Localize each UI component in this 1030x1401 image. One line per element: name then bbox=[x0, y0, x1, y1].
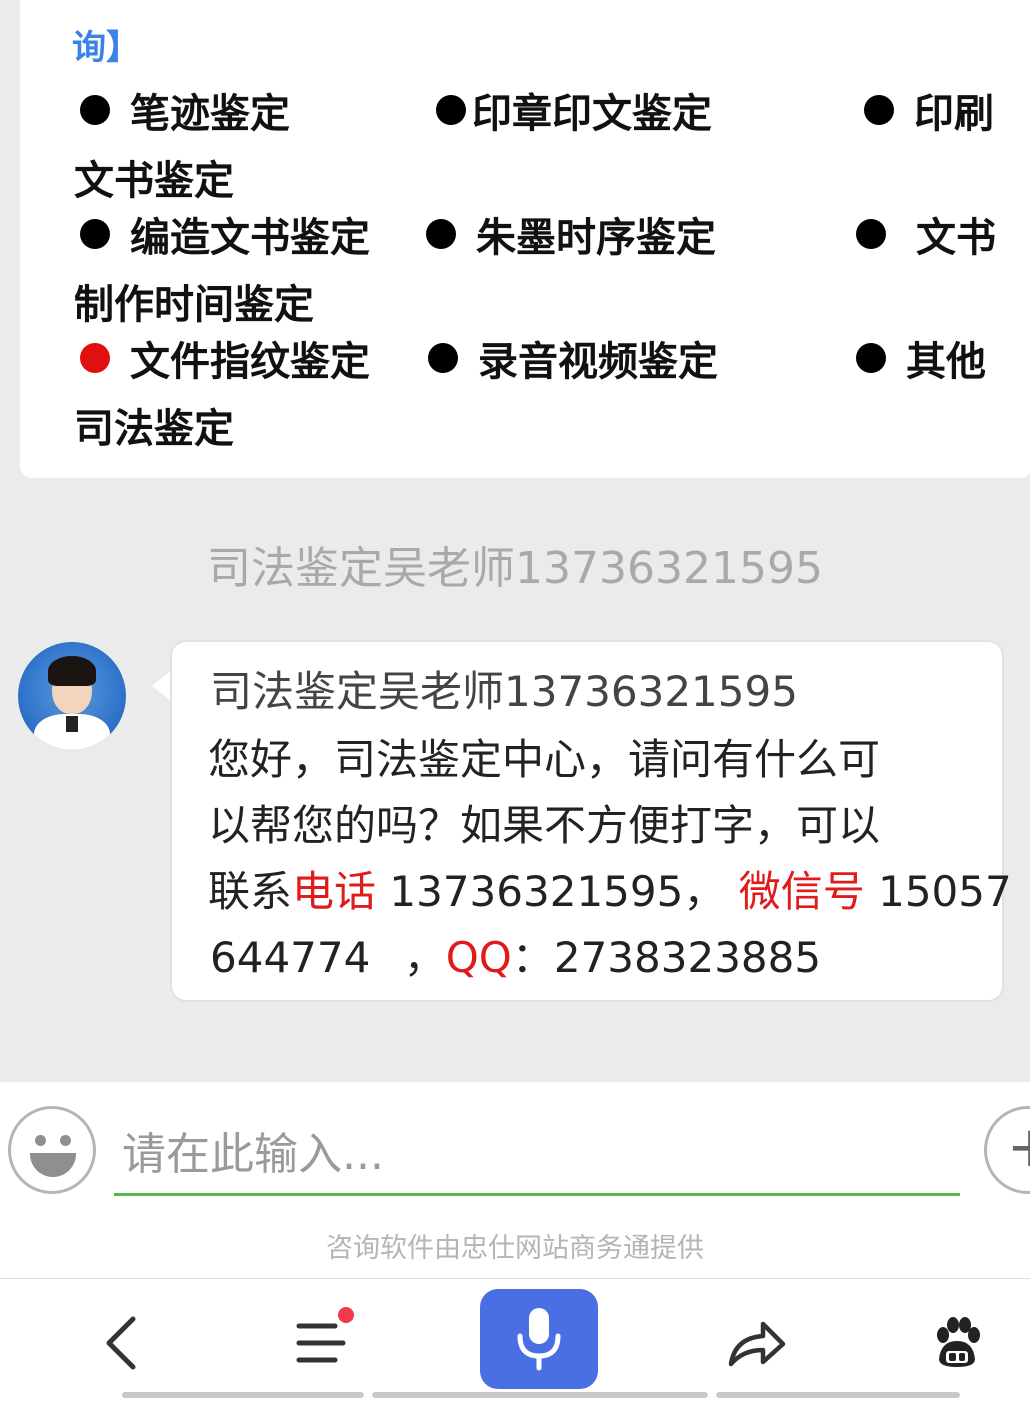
service-row: 编造文书鉴定 朱墨时序鉴定 文书 bbox=[0, 204, 1030, 264]
back-icon[interactable] bbox=[66, 1293, 176, 1393]
service-label: 文件指纹鉴定 bbox=[130, 339, 370, 385]
card-heading: 询】 bbox=[72, 28, 140, 68]
bubble-tail bbox=[152, 670, 172, 702]
message-bubble: 司法鉴定吴老师13736321595 您好，司法鉴定中心，请问有什么可 以帮您的… bbox=[170, 640, 1012, 1002]
bullet-icon bbox=[80, 95, 110, 125]
service-item[interactable]: 录音视频鉴定 bbox=[428, 328, 718, 388]
wechat-label: 微信号 bbox=[738, 867, 865, 916]
page-indicator-segment bbox=[716, 1392, 960, 1398]
message-text-line: 联系电话 13736321595， 微信号 15057 bbox=[208, 858, 1012, 919]
service-item[interactable]: 文书 bbox=[856, 204, 996, 264]
message-input[interactable] bbox=[114, 1116, 960, 1196]
service-label: 朱墨时序鉴定 bbox=[476, 215, 716, 261]
service-row: 笔迹鉴定 印章印文鉴定 印刷 bbox=[0, 80, 1030, 140]
powered-by-text: 咨询软件由忠仕网站商务通提供 bbox=[326, 1233, 704, 1264]
bullet-icon bbox=[80, 343, 110, 373]
input-bar: + 咨询软件由忠仕网站商务通提供 bbox=[0, 1082, 1030, 1278]
emoji-icon[interactable] bbox=[8, 1106, 96, 1194]
service-row: 文件指纹鉴定 录音视频鉴定 其他 bbox=[0, 328, 1030, 388]
service-label: 编造文书鉴定 bbox=[130, 215, 370, 261]
menu-icon[interactable] bbox=[266, 1293, 376, 1393]
message-text-line: 您好，司法鉴定中心，请问有什么可 bbox=[208, 735, 881, 784]
service-item[interactable]: 编造文书鉴定 bbox=[80, 204, 370, 264]
share-icon[interactable] bbox=[702, 1293, 812, 1393]
bullet-icon bbox=[80, 219, 110, 249]
service-item[interactable]: 文件指纹鉴定 bbox=[80, 328, 370, 388]
message-text-line: 644774 ，QQ：2738323885 bbox=[210, 924, 821, 985]
service-label: 印刷 bbox=[914, 91, 994, 137]
bullet-icon bbox=[436, 95, 466, 125]
service-label: 文书 bbox=[916, 215, 996, 261]
baidu-paw-icon[interactable] bbox=[902, 1293, 1012, 1393]
service-item[interactable]: 其他 bbox=[856, 328, 986, 388]
phone-number[interactable]: 13736321595 bbox=[389, 867, 683, 916]
notification-dot bbox=[338, 1307, 354, 1323]
agent-avatar[interactable] bbox=[18, 642, 126, 750]
agent-name-banner: 司法鉴定吴老师13736321595 bbox=[207, 543, 823, 594]
page-indicator-segment bbox=[372, 1392, 708, 1398]
wechat-id-part[interactable]: 644774 bbox=[210, 933, 370, 982]
separator: ， bbox=[683, 867, 726, 916]
service-item[interactable]: 印章印文鉴定 bbox=[436, 80, 712, 140]
message-text-line: 以帮您的吗？如果不方便打字，可以 bbox=[208, 801, 881, 850]
message-sender: 司法鉴定吴老师13736321595 bbox=[210, 667, 798, 716]
bullet-icon bbox=[856, 219, 886, 249]
qq-label: QQ bbox=[445, 933, 512, 982]
microphone-icon[interactable] bbox=[480, 1289, 598, 1389]
bullet-icon bbox=[856, 343, 886, 373]
separator: ， bbox=[403, 933, 446, 982]
service-label-wrap: 制作时间鉴定 bbox=[74, 282, 314, 328]
service-item[interactable]: 朱墨时序鉴定 bbox=[426, 204, 716, 264]
qq-number[interactable]: 2738323885 bbox=[554, 933, 821, 982]
service-label: 其他 bbox=[906, 339, 986, 385]
service-label: 笔迹鉴定 bbox=[130, 91, 290, 137]
service-label-wrap: 司法鉴定 bbox=[74, 406, 234, 452]
qq-colon: ： bbox=[511, 933, 554, 982]
wechat-id-part[interactable]: 15057 bbox=[878, 867, 1012, 916]
browser-toolbar bbox=[0, 1278, 1030, 1401]
bullet-icon bbox=[428, 343, 458, 373]
bullet-icon bbox=[426, 219, 456, 249]
bullet-icon bbox=[864, 95, 894, 125]
service-item[interactable]: 笔迹鉴定 bbox=[80, 80, 290, 140]
service-label-wrap: 文书鉴定 bbox=[74, 158, 234, 204]
service-label: 印章印文鉴定 bbox=[472, 91, 712, 137]
plus-icon[interactable]: + bbox=[984, 1106, 1030, 1194]
service-item[interactable]: 印刷 bbox=[864, 80, 994, 140]
message-text: 联系 bbox=[208, 867, 293, 916]
page-indicator-segment bbox=[122, 1392, 364, 1398]
phone-label: 电话 bbox=[292, 867, 377, 916]
service-label: 录音视频鉴定 bbox=[478, 339, 718, 385]
